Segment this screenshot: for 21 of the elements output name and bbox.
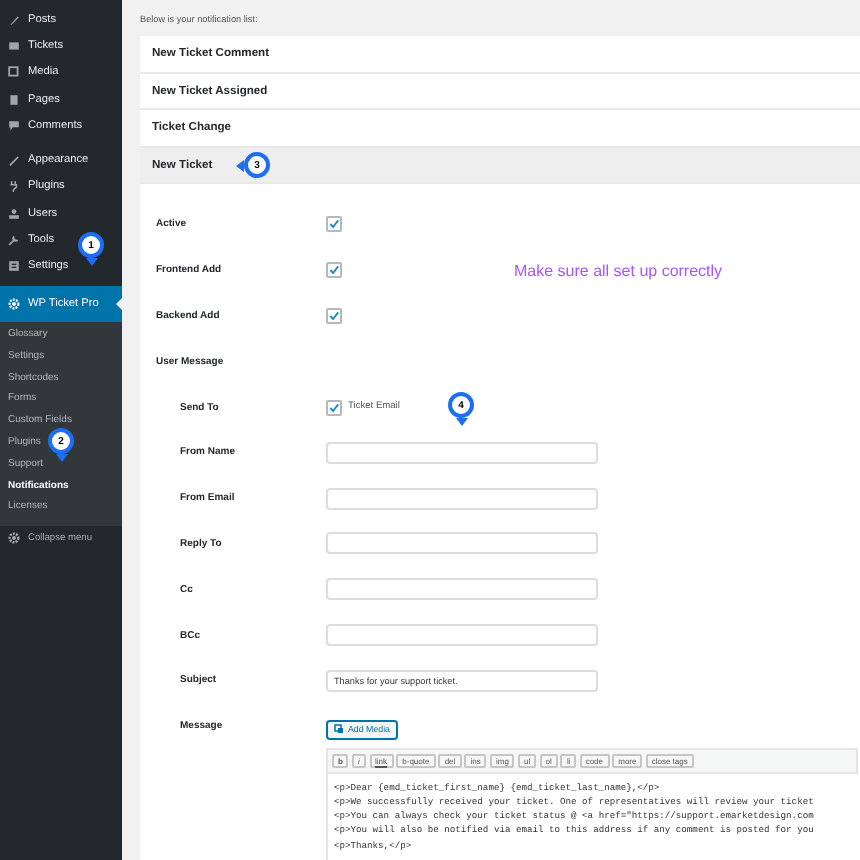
checkbox[interactable] bbox=[326, 307, 342, 324]
checkbox[interactable] bbox=[326, 262, 342, 279]
wrench-icon bbox=[8, 234, 20, 247]
text-field[interactable] bbox=[326, 578, 598, 601]
gear-icon bbox=[8, 297, 20, 310]
plug-icon bbox=[8, 180, 20, 193]
media-icon bbox=[334, 724, 344, 735]
checkbox[interactable] bbox=[326, 399, 342, 416]
text-field[interactable] bbox=[326, 624, 598, 647]
text-field[interactable] bbox=[326, 487, 598, 510]
media-icon bbox=[8, 66, 20, 79]
settings-icon bbox=[8, 260, 20, 273]
user-icon bbox=[8, 207, 20, 220]
gear-icon bbox=[8, 532, 20, 545]
comment-icon bbox=[8, 119, 20, 132]
checkbox[interactable] bbox=[326, 216, 342, 233]
annotation-note: Make sure all set up correctly bbox=[514, 262, 723, 280]
ticket-icon bbox=[8, 39, 20, 52]
page-icon bbox=[8, 93, 20, 106]
text-field[interactable] bbox=[326, 532, 598, 555]
text-field[interactable] bbox=[326, 441, 598, 464]
